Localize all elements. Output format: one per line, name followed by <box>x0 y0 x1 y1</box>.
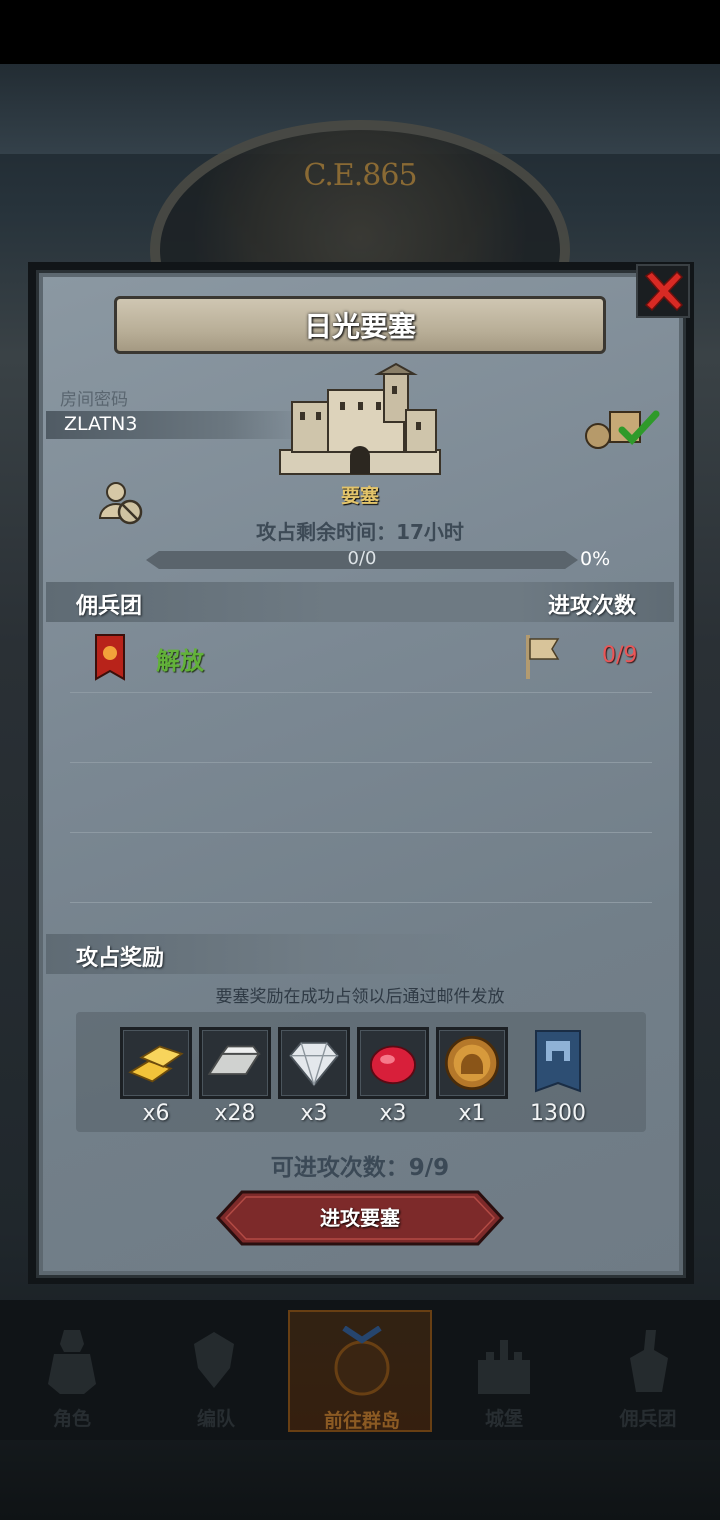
knight-icon <box>48 1330 96 1394</box>
attack-fortress-button[interactable]: 进攻要塞 <box>216 1190 504 1246</box>
reward-qty: x3 <box>300 1101 328 1126</box>
nav-item-islands[interactable]: 前往群岛 <box>288 1310 432 1432</box>
room-code-label: 房间密码 <box>60 390 128 410</box>
nav-item-formation[interactable]: 编队 <box>144 1310 288 1432</box>
reward-header-label: 攻占奖励 <box>76 946 165 971</box>
team-attack-count: 0/9 <box>602 643 638 668</box>
nav-label: 编队 <box>196 1408 235 1430</box>
bottom-fill <box>0 1440 720 1520</box>
reward-qty: 1300 <box>530 1101 586 1126</box>
reward-note: 要塞奖励在成功占领以后通过邮件发放 <box>215 987 505 1007</box>
nav-item-character[interactable]: 角色 <box>0 1310 144 1432</box>
reward-qty: x6 <box>142 1101 170 1126</box>
fortress-type-label: 要塞 <box>340 485 379 507</box>
reward-qty: x1 <box>458 1101 486 1126</box>
no-entry-user-icon[interactable] <box>96 478 144 526</box>
reward-item-diamond[interactable] <box>278 1027 350 1099</box>
nav-label: 城堡 <box>484 1408 523 1430</box>
formation-icon <box>194 1332 234 1388</box>
nav-label: 前往群岛 <box>323 1410 400 1432</box>
close-icon <box>644 270 684 312</box>
guild-banner-icon <box>95 634 125 681</box>
progress-text: 0/0 <box>347 548 377 569</box>
gold-bars-icon <box>128 1045 184 1083</box>
mercenary-icon <box>630 1330 668 1392</box>
nav-item-castle[interactable]: 城堡 <box>432 1310 576 1432</box>
castle-icon <box>478 1340 530 1394</box>
close-button[interactable] <box>636 264 690 318</box>
row-divider <box>70 832 652 833</box>
fortress-banner-icon <box>535 1030 581 1093</box>
nav-label: 佣兵团 <box>619 1408 677 1430</box>
reward-item-iron[interactable] <box>199 1027 271 1099</box>
nav-label: 角色 <box>52 1408 91 1430</box>
diamond-icon <box>288 1041 340 1087</box>
helmet-medal-icon <box>444 1035 500 1091</box>
loot-claimed-icon[interactable] <box>584 404 666 452</box>
row-divider <box>70 692 652 693</box>
reward-item-fortress-points[interactable] <box>522 1027 594 1099</box>
reward-item-ruby[interactable] <box>357 1027 429 1099</box>
reward-item-gold[interactable] <box>120 1027 192 1099</box>
attack-button-label: 进攻要塞 <box>320 1206 400 1230</box>
progress-percent: 0% <box>580 548 611 570</box>
capture-time-remaining: 攻占剩余时间：17小时 <box>256 520 464 544</box>
nav-item-mercenary[interactable]: 佣兵团 <box>576 1310 720 1432</box>
ruby-icon <box>370 1045 416 1085</box>
team-name[interactable]: 解放 <box>156 641 204 676</box>
attack-flag-icon <box>526 635 560 679</box>
mercenary-header-label: 佣兵团 <box>76 594 143 619</box>
compass-icon <box>334 1326 390 1396</box>
attack-count-header-label: 进攻次数 <box>548 594 637 619</box>
row-divider <box>70 762 652 763</box>
dialog-title: 日光要塞 <box>303 310 416 343</box>
status-bar <box>0 0 720 64</box>
row-divider <box>70 902 652 903</box>
reward-qty: x3 <box>379 1101 407 1126</box>
title-banner: 日光要塞 <box>114 296 606 354</box>
reward-qty: x28 <box>214 1101 256 1126</box>
fortress-image <box>279 362 441 475</box>
iron-ingot-icon <box>207 1045 261 1075</box>
clock-year-text: C.E.865 <box>303 158 417 193</box>
room-code: ZLATN3 <box>64 413 138 435</box>
reward-item-medal[interactable] <box>436 1027 508 1099</box>
remaining-attacks: 可进攻次数：9/9 <box>270 1155 450 1181</box>
